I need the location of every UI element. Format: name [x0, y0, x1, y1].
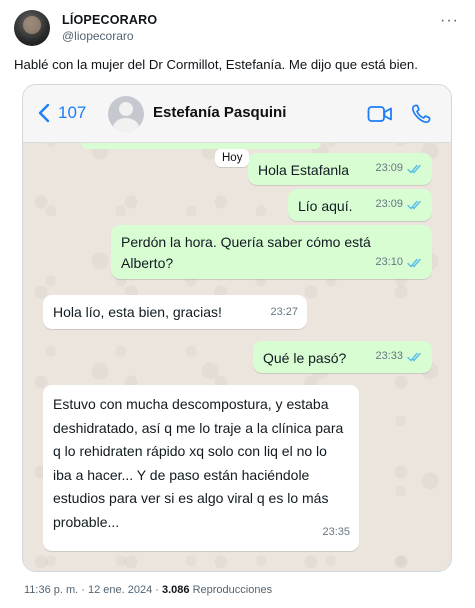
message-text: Hola lío, esta bien, gracias!	[53, 304, 222, 320]
previous-message-edge	[81, 143, 321, 149]
message-bubble-outgoing[interactable]: Qué le pasó? 23:33	[253, 341, 432, 373]
video-call-icon[interactable]	[367, 104, 393, 124]
back-chevron-icon	[38, 103, 50, 123]
message-bubble-outgoing[interactable]: Lío aquí. 23:09	[288, 189, 432, 221]
contact-name[interactable]: Estefanía Pasquini	[153, 104, 286, 121]
more-icon[interactable]: ···	[440, 12, 459, 30]
message-time: 23:10	[375, 256, 403, 268]
message-bubble-outgoing[interactable]: Perdón la hora. Quería saber cómo está A…	[111, 225, 432, 279]
message-time: 23:09	[375, 198, 403, 210]
read-ticks-icon	[407, 258, 421, 268]
avatar-body	[113, 118, 139, 132]
views-label: Reproducciones	[189, 584, 273, 596]
user-handle[interactable]: @liopecoraro	[62, 28, 157, 44]
back-button[interactable]: 107	[37, 103, 86, 123]
avatar-head	[119, 102, 133, 116]
message-text: Estuvo con mucha descompostura, y estaba…	[53, 396, 344, 530]
tweet-text: Hablé con la mujer del Dr Cormillot, Est…	[14, 57, 418, 72]
read-ticks-icon	[407, 164, 421, 174]
message-meta: 23:27	[270, 302, 298, 323]
phone-call-icon[interactable]	[409, 102, 433, 126]
message-meta: 23:35	[322, 521, 350, 545]
day-chip: Hoy	[215, 149, 250, 167]
message-time: 23:27	[270, 306, 298, 318]
message-bubble-incoming[interactable]: Hola lío, esta bien, gracias! 23:27	[43, 295, 307, 329]
tweet-footer: 11:36 p. m. · 12 ene. 2024 · 3.086 Repro…	[24, 584, 272, 596]
avatar[interactable]	[14, 10, 50, 46]
message-meta: 23:09	[375, 194, 423, 215]
contact-avatar[interactable]	[108, 96, 144, 132]
message-meta: 23:10	[375, 252, 423, 273]
tweet-card: LÍOPECORARO @liopecoraro ··· Hablé con l…	[0, 0, 475, 608]
message-text: Perdón la hora. Quería saber cómo está A…	[121, 234, 371, 271]
message-time: 23:09	[375, 162, 403, 174]
read-ticks-icon	[407, 200, 421, 210]
display-name[interactable]: LÍOPECORARO	[62, 12, 157, 28]
message-meta: 23:09	[375, 158, 423, 179]
message-meta: 23:33	[375, 346, 423, 367]
views-count: 3.086	[162, 584, 190, 596]
tweet-author[interactable]: LÍOPECORARO @liopecoraro	[14, 10, 157, 46]
message-bubble-incoming[interactable]: Estuvo con mucha descompostura, y estaba…	[43, 385, 359, 551]
author-names: LÍOPECORARO @liopecoraro	[62, 12, 157, 44]
message-bubble-outgoing[interactable]: Hola Estafanla 23:09	[248, 153, 432, 185]
message-time: 23:33	[375, 350, 403, 362]
chat-header: 107 Estefanía Pasquini	[23, 85, 451, 143]
unread-count: 107	[58, 103, 87, 122]
tweet-timestamp[interactable]: 11:36 p. m. · 12 ene. 2024 ·	[24, 584, 162, 596]
read-ticks-icon	[407, 352, 421, 362]
tweet-media-screenshot[interactable]: 107 Estefanía Pasquini Hola Estafanla 23…	[22, 84, 452, 572]
message-time: 23:35	[322, 526, 350, 539]
